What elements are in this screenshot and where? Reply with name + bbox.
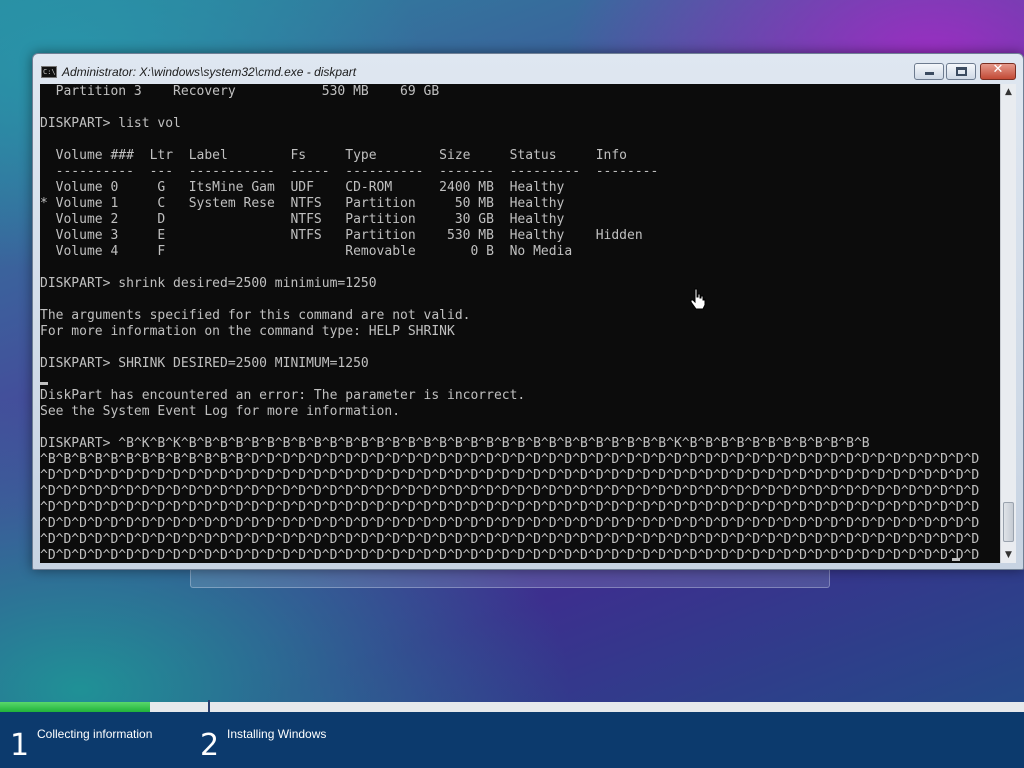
close-button[interactable]: ✕ [980,62,1016,80]
console-line: For more information on the command type… [40,324,455,339]
window-title: Administrator: X:\windows\system32\cmd.e… [62,65,357,79]
console-line: ---------- --- ----------- ----- -------… [40,164,659,179]
console-line: ^D^D^D^D^D^D^D^D^D^D^D^D^D^D^D^D^D^D^D^D… [40,500,980,515]
step-1-label: Collecting information [37,727,153,741]
console-line: Volume 3 E NTFS Partition 530 MB Healthy… [40,228,643,243]
maximize-button[interactable] [946,63,976,80]
console-line: DISKPART> shrink desired=2500 minimium=1… [40,276,377,291]
minimize-icon [925,72,934,75]
console-line: Volume 0 G ItsMine Gam UDF CD-ROM 2400 M… [40,180,565,195]
console-text: Partition 3 Recovery 530 MB 69 GB DISKPA… [40,84,1000,563]
console-line: ^B^B^B^B^B^B^B^B^B^B^B^B^B^D^D^D^D^D^D^D… [40,452,980,467]
text-cursor [40,382,48,385]
console-line: ^D^D^D^D^D^D^D^D^D^D^D^D^D^D^D^D^D^D^D^D… [40,548,980,563]
cmd-window[interactable]: C:\ Administrator: X:\windows\system32\c… [32,53,1024,570]
console-line: DISKPART> SHRINK DESIRED=2500 MINIMUM=12… [40,356,369,371]
minimize-button[interactable] [914,63,944,80]
scroll-down-icon[interactable]: ▼ [1001,547,1016,563]
maximize-icon [956,67,967,76]
scroll-up-icon[interactable]: ▲ [1001,84,1016,100]
console-line: ^D^D^D^D^D^D^D^D^D^D^D^D^D^D^D^D^D^D^D^D… [40,532,980,547]
console-line: Volume 4 F Removable 0 B No Media [40,244,573,259]
console-output[interactable]: Partition 3 Recovery 530 MB 69 GB DISKPA… [40,84,1000,563]
close-icon: ✕ [992,62,1004,77]
setup-progress-fill [0,702,150,712]
console-line: Volume 2 D NTFS Partition 30 GB Healthy [40,212,565,227]
step-2-number: 2 [200,728,220,763]
console-line: ^D^D^D^D^D^D^D^D^D^D^D^D^D^D^D^D^D^D^D^D… [40,468,980,483]
console-line: Volume ### Ltr Label Fs Type Size Status… [40,148,627,163]
console-line: DiskPart has encountered an error: The p… [40,388,526,403]
cmd-icon[interactable]: C:\ [41,66,57,78]
console-line: The arguments specified for this command… [40,308,471,323]
console-line: * Volume 1 C System Rese NTFS Partition … [40,196,565,211]
vertical-scrollbar[interactable]: ▲ ▼ [1000,84,1016,563]
scroll-thumb[interactable] [1003,502,1014,542]
console-line: Partition 3 Recovery 530 MB 69 GB [40,84,440,99]
text-cursor [952,558,960,561]
console-line: ^D^D^D^D^D^D^D^D^D^D^D^D^D^D^D^D^D^D^D^D… [40,484,980,499]
console-line: ^D^D^D^D^D^D^D^D^D^D^D^D^D^D^D^D^D^D^D^D… [40,516,980,531]
console-line: DISKPART> list vol [40,116,181,131]
setup-footer [0,712,1024,768]
hand-pointer-icon [690,288,706,310]
title-bar[interactable]: C:\ Administrator: X:\windows\system32\c… [33,54,1023,84]
console-line: See the System Event Log for more inform… [40,404,401,419]
step-2-label: Installing Windows [227,727,327,741]
console-line: DISKPART> ^B^K^B^K^B^B^B^B^B^B^B^B^B^B^B… [40,436,870,451]
step-1-number: 1 [10,728,30,763]
